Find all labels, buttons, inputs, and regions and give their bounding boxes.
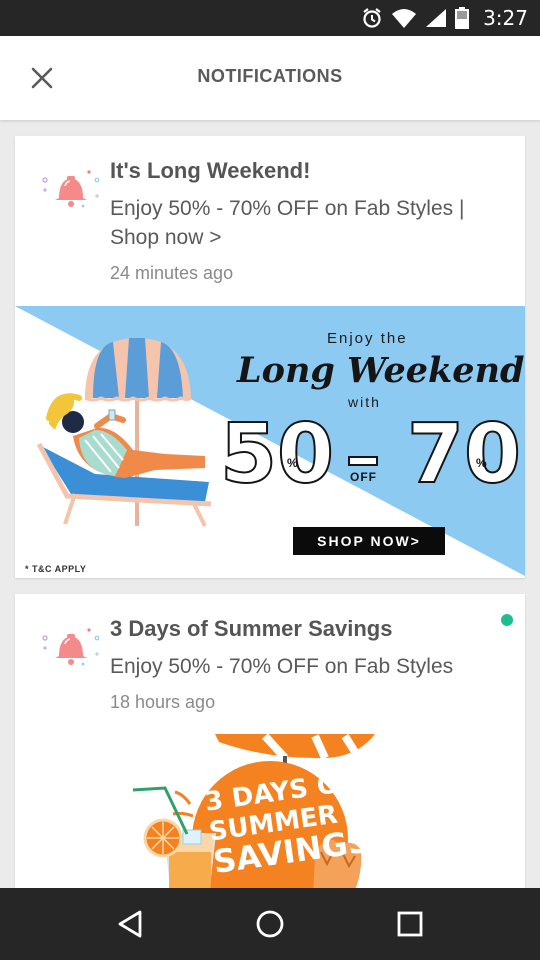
notification-body: Enjoy 50% - 70% OFF on Fab Styles | Shop… — [110, 197, 465, 249]
home-icon — [256, 910, 284, 938]
banner-off-text: OFF — [350, 470, 377, 484]
alarm-icon — [363, 8, 381, 28]
notification-header[interactable]: It's Long Weekend! Enjoy 50% - 70% OFF o… — [15, 136, 525, 306]
shop-now-button[interactable]: SHOP NOW> — [293, 527, 445, 555]
app-bar: NOTIFICATIONS — [0, 36, 540, 120]
banner-percent-sign: % — [476, 456, 487, 470]
notification-time: 24 minutes ago — [110, 263, 234, 283]
banner-discount-from: 50 — [219, 407, 335, 502]
battery-icon — [455, 7, 470, 29]
status-icons: 3:27 — [361, 0, 528, 36]
notification-title: It's Long Weekend! — [110, 158, 311, 183]
banner-headline: Long Weekend — [237, 350, 525, 391]
promo-banner[interactable]: 3 DAYS OF SUMMER SAVINGS — [15, 734, 525, 888]
notification-header[interactable]: 3 Days of Summer Savings Enjoy 50% - 70%… — [15, 594, 525, 734]
banner-dash — [348, 456, 378, 466]
system-nav-bar — [0, 888, 540, 960]
recents-icon — [397, 911, 423, 937]
notification-title: 3 Days of Summer Savings — [110, 616, 393, 641]
page-title: NOTIFICATIONS — [197, 66, 343, 86]
bell-icon — [42, 170, 100, 208]
notification-card[interactable]: It's Long Weekend! Enjoy 50% - 70% OFF o… — [15, 136, 525, 578]
banner-percent-sign: % — [287, 456, 298, 470]
banner-terms: * T&C APPLY — [25, 564, 87, 574]
recents-button[interactable] — [380, 894, 440, 954]
back-button[interactable] — [100, 894, 160, 954]
banner-with-text: with — [348, 394, 381, 410]
notification-list[interactable]: It's Long Weekend! Enjoy 50% - 70% OFF o… — [0, 120, 540, 888]
wifi-icon — [392, 9, 417, 28]
notification-body: Enjoy 50% - 70% OFF on Fab Styles — [110, 655, 454, 678]
signal-icon — [426, 9, 447, 27]
status-time: 3:27 — [483, 6, 528, 30]
notification-card[interactable]: 3 Days of Summer Savings Enjoy 50% - 70%… — [15, 594, 525, 888]
back-icon — [118, 910, 142, 938]
status-bar: 3:27 — [0, 0, 540, 36]
notification-time: 18 hours ago — [110, 692, 216, 712]
banner-discount-to: 70 — [406, 407, 522, 502]
home-button[interactable] — [240, 894, 300, 954]
promo-banner[interactable]: Enjoy the Long Weekend with 50 % OFF 70 … — [15, 306, 525, 578]
bell-icon — [42, 628, 100, 666]
banner-enjoy-text: Enjoy the — [327, 330, 408, 347]
unread-indicator — [501, 614, 513, 626]
